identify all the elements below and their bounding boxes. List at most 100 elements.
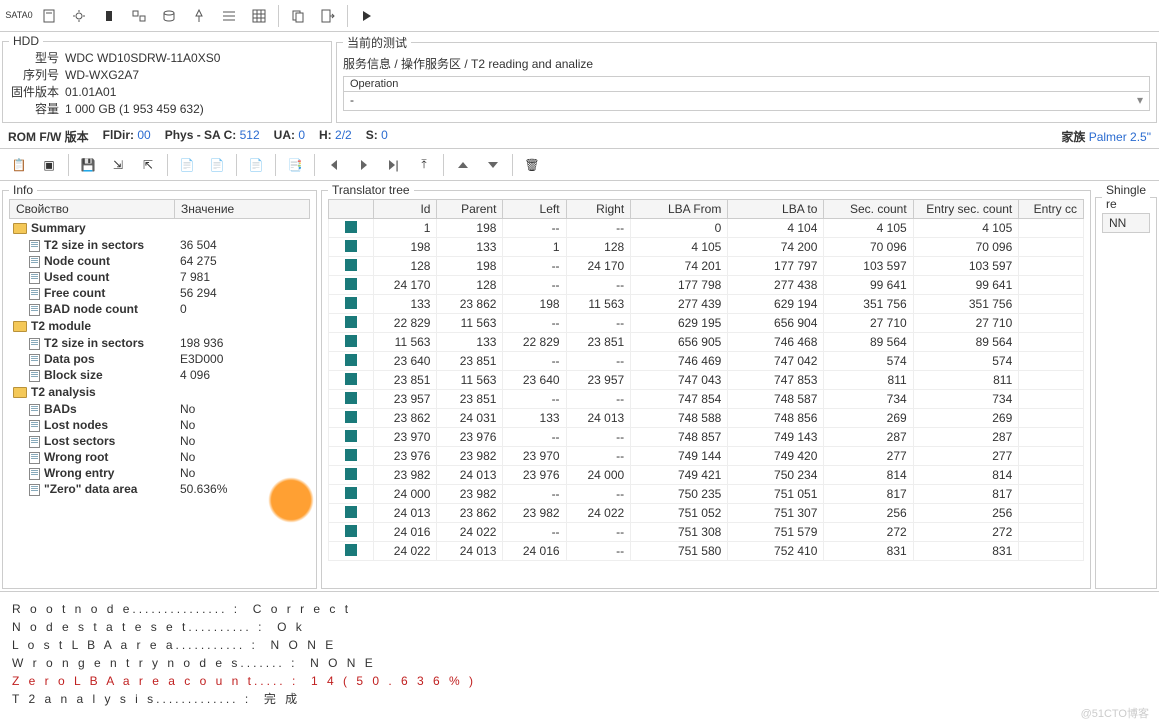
doc3-icon[interactable]: 📄 xyxy=(241,151,271,179)
tree-col[interactable]: Left xyxy=(503,200,566,219)
node-icon xyxy=(345,392,357,404)
info-folder[interactable]: Summary xyxy=(9,219,310,237)
info-row[interactable]: Used count7 981 xyxy=(9,269,310,285)
doc-icon xyxy=(29,436,40,448)
info-row[interactable]: Wrong entryNo xyxy=(9,465,310,481)
table-row[interactable]: 11 56313322 82923 851656 905746 46889 56… xyxy=(329,333,1084,352)
test-fieldset: 当前的测试 服务信息 / 操作服务区 / T2 reading and anal… xyxy=(336,34,1157,123)
info-row[interactable]: Wrong rootNo xyxy=(9,449,310,465)
doc1-icon[interactable]: 📄 xyxy=(172,151,202,179)
hdd-model: WDC WD10SDRW-11A0XS0 xyxy=(65,50,220,67)
info-row[interactable]: "Zero" data area50.636% xyxy=(9,481,310,497)
nav-right-icon[interactable] xyxy=(349,151,379,179)
hdd-fw: 01.01A01 xyxy=(65,84,116,101)
table-row[interactable]: 22 82911 563----629 195656 90427 71027 7… xyxy=(329,314,1084,333)
info-row[interactable]: Free count56 294 xyxy=(9,285,310,301)
table-row[interactable]: 23 86224 03113324 013748 588748 85626926… xyxy=(329,409,1084,428)
save2-icon[interactable]: ⇲ xyxy=(103,151,133,179)
tool-icon[interactable] xyxy=(34,2,64,30)
table-row[interactable]: 23 97023 976----748 857749 143287287 xyxy=(329,428,1084,447)
export-icon[interactable]: ⇱ xyxy=(133,151,163,179)
tree-col[interactable]: Parent xyxy=(437,200,503,219)
operation-value[interactable]: -▾ xyxy=(344,92,1149,110)
info-row[interactable]: T2 size in sectors36 504 xyxy=(9,237,310,253)
table-row[interactable]: 24 00023 982----750 235751 051817817 xyxy=(329,485,1084,504)
node-icon xyxy=(345,354,357,366)
family-value: Palmer 2.5" xyxy=(1089,130,1151,144)
table-row[interactable]: 24 01323 86223 98224 022751 052751 30725… xyxy=(329,504,1084,523)
translator-tree-panel: Translator tree IdParentLeftRightLBA Fro… xyxy=(321,183,1091,589)
tree-col[interactable]: LBA to xyxy=(728,200,824,219)
hdd-fieldset: HDD 型号WDC WD10SDRW-11A0XS0 序列号WD-WXG2A7 … xyxy=(2,34,332,123)
disk-icon[interactable] xyxy=(154,2,184,30)
doc-icon xyxy=(29,240,40,252)
info-row[interactable]: Lost sectorsNo xyxy=(9,433,310,449)
translator-tree-table[interactable]: IdParentLeftRightLBA FromLBA toSec. coun… xyxy=(328,199,1084,561)
info-folder[interactable]: T2 analysis xyxy=(9,383,310,401)
table-row[interactable]: 24 02224 01324 016--751 580752 410831831 xyxy=(329,542,1084,561)
node-icon xyxy=(345,278,357,290)
gear-icon[interactable] xyxy=(64,2,94,30)
copy-icon[interactable] xyxy=(283,2,313,30)
info-row[interactable]: Node count64 275 xyxy=(9,253,310,269)
tool2-icon[interactable] xyxy=(184,2,214,30)
info-row[interactable]: T2 size in sectors198 936 xyxy=(9,335,310,351)
chip-icon[interactable] xyxy=(94,2,124,30)
info-row[interactable]: BADsNo xyxy=(9,401,310,417)
node-icon xyxy=(345,297,357,309)
table-row[interactable]: 24 170128----177 798277 43899 64199 641 xyxy=(329,276,1084,295)
doc2-icon[interactable]: 📄 xyxy=(202,151,232,179)
sub-toolbar: 📋 ▣ 💾 ⇲ ⇱ 📄 📄 📄 📑 | ⤒ 🗑 xyxy=(0,149,1159,181)
nav-left-icon[interactable] xyxy=(319,151,349,179)
action2-icon[interactable]: ▣ xyxy=(34,151,64,179)
tree-col[interactable]: Id xyxy=(374,200,437,219)
table-row[interactable]: 23 95723 851----747 854748 587734734 xyxy=(329,390,1084,409)
action1-icon[interactable]: 📋 xyxy=(4,151,34,179)
table-row[interactable]: 128198--24 17074 201177 797103 597103 59… xyxy=(329,257,1084,276)
nav-top-icon[interactable]: ⤒ xyxy=(409,151,439,179)
table-row[interactable]: 24 01624 022----751 308751 579272272 xyxy=(329,523,1084,542)
grid-icon[interactable] xyxy=(244,2,274,30)
bucket-icon[interactable]: 🗑 xyxy=(517,151,547,179)
table-row[interactable]: 23 97623 98223 970--749 144749 420277277 xyxy=(329,447,1084,466)
doc-icon xyxy=(29,354,40,366)
tree-col[interactable]: Entry cc xyxy=(1019,200,1084,219)
table-row[interactable]: 1198----04 1044 1054 105 xyxy=(329,219,1084,238)
tree-col[interactable]: LBA From xyxy=(631,200,728,219)
info-row[interactable]: Data posE3D000 xyxy=(9,351,310,367)
exit-icon[interactable] xyxy=(313,2,343,30)
doc-icon xyxy=(29,256,40,268)
nav-down-icon[interactable] xyxy=(478,151,508,179)
info-row[interactable]: Block size4 096 xyxy=(9,367,310,383)
doc4-icon[interactable]: 📑 xyxy=(280,151,310,179)
doc-icon xyxy=(29,370,40,382)
table-row[interactable]: 13323 86219811 563277 439629 194351 7563… xyxy=(329,295,1084,314)
info-row[interactable]: Lost nodesNo xyxy=(9,417,310,433)
tree-col[interactable] xyxy=(329,200,374,219)
node-icon xyxy=(345,259,357,271)
doc-icon xyxy=(29,338,40,350)
doc-icon xyxy=(29,288,40,300)
module-icon[interactable] xyxy=(124,2,154,30)
table-row[interactable]: 23 64023 851----746 469747 042574574 xyxy=(329,352,1084,371)
table-row[interactable]: 23 85111 56323 64023 957747 043747 85381… xyxy=(329,371,1084,390)
node-icon xyxy=(345,430,357,442)
play-button[interactable] xyxy=(352,2,382,30)
folder-icon xyxy=(13,387,27,398)
save-icon[interactable]: 💾 xyxy=(73,151,103,179)
info-row[interactable]: BAD node count0 xyxy=(9,301,310,317)
table-row[interactable]: 23 98224 01323 97624 000749 421750 23481… xyxy=(329,466,1084,485)
chart-icon[interactable] xyxy=(214,2,244,30)
tree-col[interactable]: Entry sec. count xyxy=(913,200,1019,219)
info-folder[interactable]: T2 module xyxy=(9,317,310,335)
sata-button[interactable]: SATA0 xyxy=(4,2,34,30)
table-row[interactable]: 19813311284 10574 20070 09670 096 xyxy=(329,238,1084,257)
nav-up-icon[interactable] xyxy=(448,151,478,179)
log-output: R o o t n o d e............... : C o r r… xyxy=(0,591,1159,716)
node-icon xyxy=(345,468,357,480)
tree-col[interactable]: Right xyxy=(566,200,631,219)
tree-col[interactable]: Sec. count xyxy=(824,200,913,219)
node-icon xyxy=(345,525,357,537)
nav-end-icon[interactable]: | xyxy=(379,151,409,179)
status-line: ROM F/W 版本 FlDir: 00 Phys - SA C: 512 UA… xyxy=(0,125,1159,149)
